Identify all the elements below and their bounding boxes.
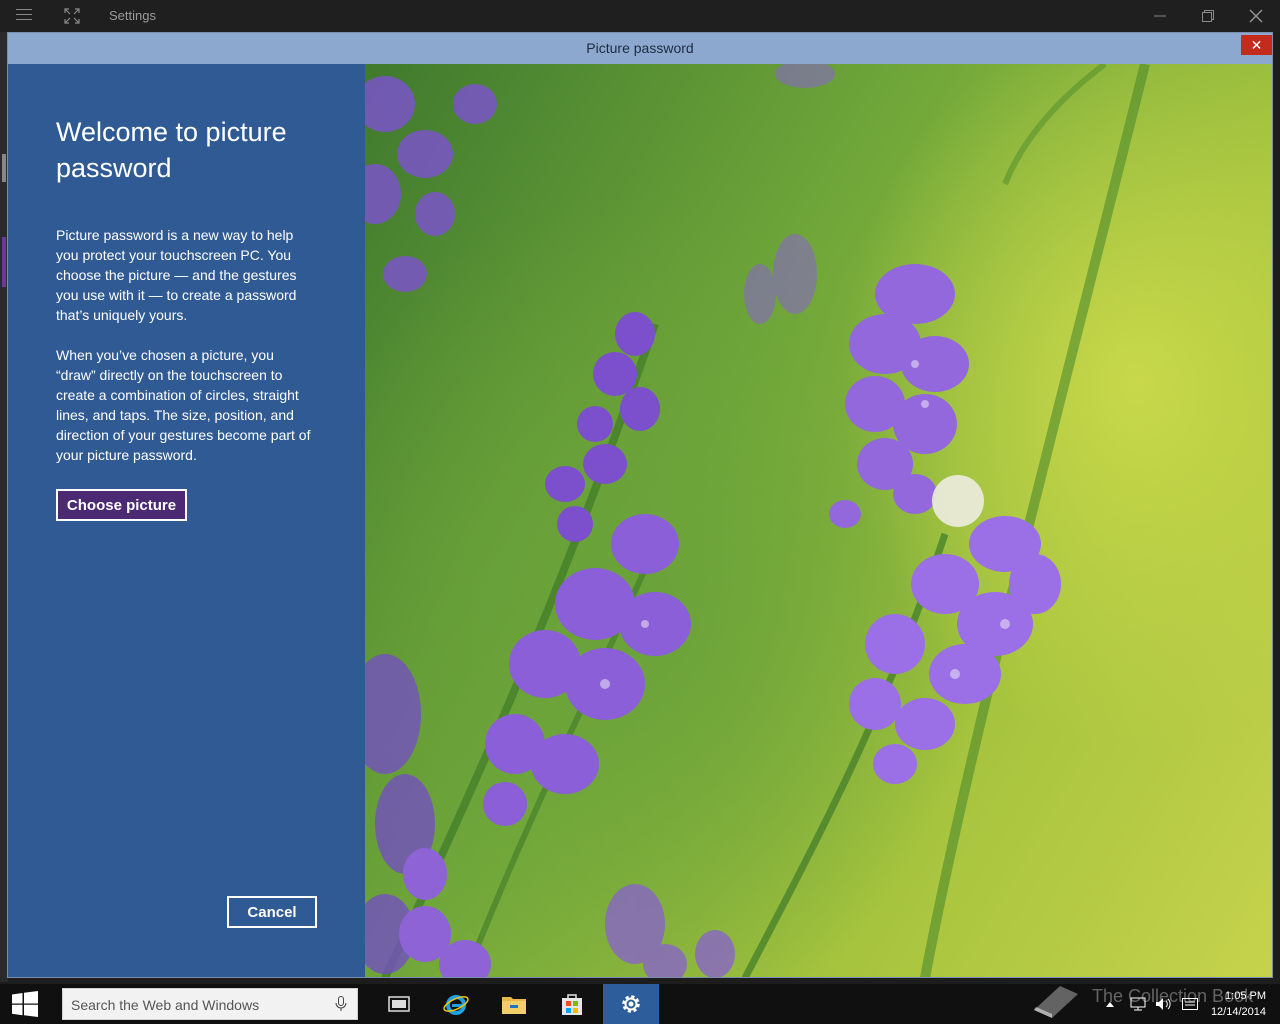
task-view-icon [388,996,410,1012]
settings-taskbar-button[interactable] [603,984,659,1024]
background-indicator [2,154,6,182]
choose-picture-button[interactable]: Choose picture [56,489,187,521]
dialog-close-button[interactable]: ✕ [1241,35,1272,55]
instructions-panel: Welcome to picture password Picture pass… [8,64,365,977]
dialog-titlebar: Picture password [8,33,1272,64]
watermark-text: The Collection Book [1092,986,1254,1006]
restore-button[interactable] [1184,0,1232,32]
folder-icon [502,997,526,1014]
intro-paragraph: Picture password is a new way to help yo… [56,227,297,323]
internet-explorer-button[interactable] [428,984,484,1024]
welcome-heading: Welcome to picture password [56,117,287,183]
search-box[interactable] [62,988,358,1021]
instructions-paragraph: When you’ve chosen a picture, you “draw”… [56,347,311,463]
background-indicator [2,237,6,287]
book-logo-icon [1034,986,1078,1018]
internet-explorer-icon [443,995,469,1015]
microphone-icon[interactable] [335,996,347,1017]
expand-icon[interactable] [64,8,80,24]
watermark: The Collection Book [1030,986,1254,1018]
close-window-button[interactable] [1232,0,1280,32]
store-icon [562,994,582,1015]
start-button[interactable] [0,984,50,1024]
lavender-picture[interactable] [365,64,1272,977]
picture-password-dialog: Picture password ✕ Welcome to picture pa… [7,32,1273,978]
search-input[interactable] [63,989,333,1021]
app-titlebar: Settings [0,0,1280,32]
dialog-title: Picture password [586,40,694,56]
lavender-illustration [365,64,1150,977]
store-button[interactable] [544,984,600,1024]
task-view-button[interactable] [371,984,427,1024]
file-explorer-button[interactable] [486,984,542,1024]
hamburger-menu-icon[interactable] [16,9,32,23]
touch-point-indicator [932,475,984,527]
cancel-button[interactable]: Cancel [227,896,317,928]
windows-logo-icon [12,991,38,1017]
app-title: Settings [109,8,156,23]
gear-icon [622,995,640,1013]
minimize-button[interactable] [1136,0,1184,32]
